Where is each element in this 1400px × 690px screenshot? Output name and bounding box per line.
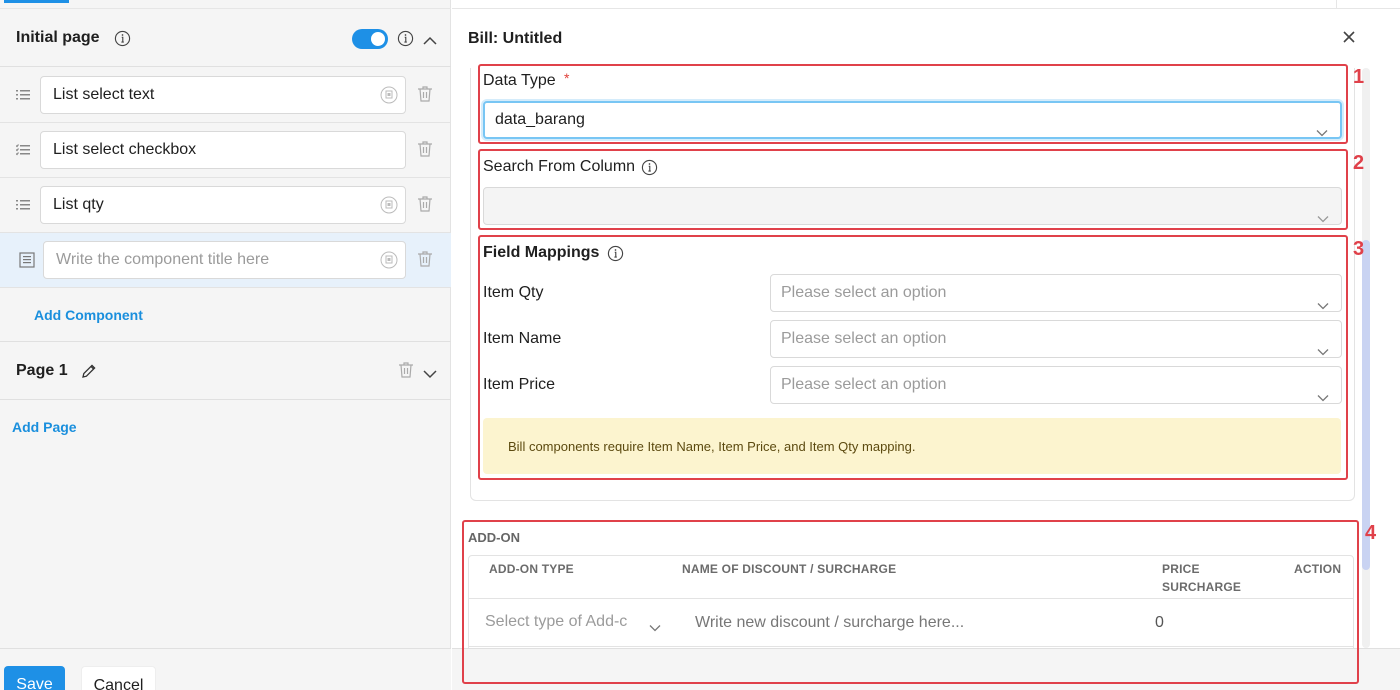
annotation-number-4: 4: [1365, 522, 1377, 544]
cancel-button[interactable]: Cancel: [81, 666, 156, 690]
list-drag-icon[interactable]: [16, 88, 30, 106]
save-button[interactable]: Save: [4, 666, 65, 690]
active-tab-indicator: [4, 0, 69, 3]
info-icon[interactable]: [397, 30, 414, 47]
annotation-number-3: 3: [1353, 238, 1365, 260]
copy-icon[interactable]: [380, 196, 398, 219]
component-title-input[interactable]: List qty: [40, 186, 406, 224]
bill-component-icon[interactable]: [19, 252, 35, 273]
initial-page-header[interactable]: Initial page: [0, 9, 451, 67]
component-title-input[interactable]: List select text: [40, 76, 406, 114]
page-builder-sidebar: Initial page List select text List selec…: [0, 0, 451, 690]
trash-icon[interactable]: [417, 85, 433, 108]
numbered-list-icon[interactable]: [16, 198, 30, 216]
page-title: Page 1: [16, 361, 68, 379]
checklist-drag-icon[interactable]: [15, 143, 30, 161]
component-row[interactable]: List select text: [0, 68, 451, 123]
trash-icon[interactable]: [417, 195, 433, 218]
page-title: Initial page: [16, 28, 100, 46]
page-enabled-toggle[interactable]: [352, 29, 388, 49]
annotation-number-2: 2: [1353, 152, 1365, 174]
trash-icon[interactable]: [417, 140, 433, 163]
annotation-box-2: [478, 149, 1348, 230]
annotation-box-1: [478, 64, 1348, 144]
chevron-down-icon[interactable]: [423, 366, 437, 384]
component-row-selected[interactable]: Write the component title here: [0, 233, 451, 288]
add-page-link[interactable]: Add Page: [12, 419, 77, 435]
panel-title: Bill: Untitled: [468, 30, 563, 47]
divider: [1336, 0, 1337, 8]
bill-settings-panel: Bill: Untitled Data Type * data_barang S…: [452, 0, 1400, 690]
pencil-icon[interactable]: [80, 362, 98, 385]
component-title-input[interactable]: List select checkbox: [40, 131, 406, 169]
chevron-up-icon[interactable]: [423, 33, 437, 51]
close-icon[interactable]: [1342, 30, 1356, 49]
divider: [452, 8, 1400, 9]
toggle-knob: [371, 32, 385, 46]
copy-icon[interactable]: [380, 251, 398, 274]
component-row[interactable]: List select checkbox: [0, 123, 451, 178]
scrollbar-thumb[interactable]: [1362, 240, 1370, 570]
annotation-box-3: [478, 235, 1348, 480]
info-icon[interactable]: [114, 30, 131, 47]
page-1-header[interactable]: Page 1: [0, 342, 451, 400]
copy-icon[interactable]: [380, 86, 398, 109]
add-component-link[interactable]: Add Component: [34, 307, 143, 323]
trash-icon[interactable]: [398, 361, 414, 384]
component-row[interactable]: List qty: [0, 178, 451, 233]
trash-icon[interactable]: [417, 250, 433, 273]
component-title-input[interactable]: Write the component title here: [43, 241, 406, 279]
annotation-box-4: [462, 520, 1359, 684]
annotation-number-1: 1: [1353, 66, 1365, 88]
footer-bar: [0, 648, 451, 690]
